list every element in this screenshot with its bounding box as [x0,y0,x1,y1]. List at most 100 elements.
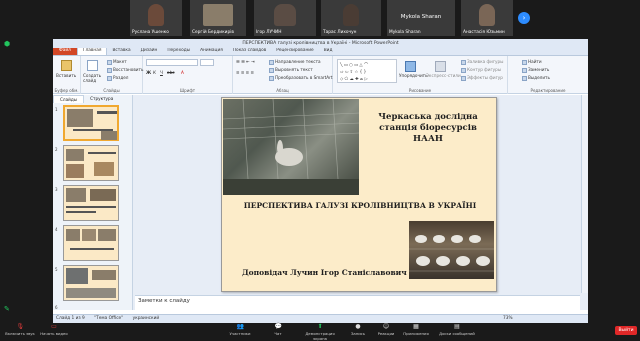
record-icon: ● [355,323,361,330]
video-off-icon: ▭ [51,323,57,330]
notes-pane[interactable]: Заметки к слайду [135,295,580,310]
create-slide-button[interactable]: Создать слайд [83,73,105,83]
whiteboard-button[interactable]: ▤ Доски сообщений [432,324,482,337]
clipboard-group: Вставить Буфер обм. [53,56,81,94]
tab-transitions[interactable]: Переходы [162,47,195,55]
thumbnail-text [66,206,116,208]
new-slide-icon [87,60,98,71]
chat-icon: 💬 [274,323,282,330]
tab-insert[interactable]: Вставка [107,47,135,55]
bullets-button[interactable]: ☰ ☰ ⇤ ⇥ [236,59,255,64]
editing-group: Найти Заменить Выделить Редактирование [508,56,588,94]
apps-icon: ▦ [413,323,419,330]
slide-subtitle: ПЕРСПЕКТИВА ГАЛУЗІ КРОЛІВНИЦТВА В УКРАЇН… [243,201,477,210]
tab-review[interactable]: Рецензирование [271,47,318,55]
select-button[interactable]: Выделить [522,75,550,81]
thumbnail-image [66,188,86,202]
annotate-pencil-icon[interactable]: ✎ [4,305,10,313]
section-button[interactable]: Раздел [107,75,128,81]
paste-button[interactable]: Вставить [56,73,76,78]
slide-thumbnail[interactable] [63,105,119,141]
ribbon: Вставить Буфер обм. Создать слайд Макет … [53,56,588,94]
next-page-arrow-icon[interactable]: › [518,12,530,24]
shield-icon[interactable]: ⬢ [4,40,10,48]
shapes-gallery[interactable]: ╲ ▭ ○ ▭ △ ⌒ ⇨ ⇦ ⇧ ☆ { } ◇ ⬠ ☁ ✚ ⌓ ▷ [337,59,397,83]
participant-tile[interactable]: Тарас Лихочун [321,0,381,36]
font-group: Ж К Ч abc A Шрифт [143,56,233,94]
participant-video [343,4,359,26]
layout-button[interactable]: Макет [107,59,127,65]
rabbits-row-photo [409,221,494,279]
find-button[interactable]: Найти [522,59,542,65]
shape-outline-button[interactable]: Контур фигуры [461,67,501,73]
group-label: Шрифт [179,88,196,93]
tab-design[interactable]: Дизайн [136,47,163,55]
underline-button[interactable]: Ч [160,70,163,75]
slide-thumbnail[interactable] [63,225,119,261]
chat-button[interactable]: 💬 Чат [258,323,298,337]
replace-button[interactable]: Заменить [522,67,549,73]
text-direction-icon [269,59,274,65]
tab-slides[interactable]: Слайды [53,95,85,103]
font-name-select[interactable] [146,59,198,66]
align-buttons[interactable]: ≡ ≡ ≡ ≡ [236,70,254,75]
tab-slideshow[interactable]: Показ слайдов [228,47,271,55]
tab-outline[interactable]: Структура [84,95,119,103]
group-label: Буфер обм. [54,88,79,93]
shape-effects-button[interactable]: Эффекты фигур [461,75,503,81]
font-size-select[interactable] [200,59,214,66]
slides-panel: Слайды Структура 1 2 3 4 5 6 [53,95,133,310]
restore-button[interactable]: Восстановить [107,67,143,73]
theme-name: "Тема Office" [94,316,124,321]
share-screen-icon: ⬆ [317,323,323,330]
font-color-button[interactable]: A [181,70,184,75]
ribbon-tabs: Файл Главная Вставка Дизайн Переходы Ани… [53,46,588,56]
thumbnail-image [101,131,117,140]
zoom-level[interactable]: 73% [503,315,513,323]
text-direction-button[interactable]: Направление текста [269,59,321,65]
align-text-button[interactable]: Выровнять текст [269,67,313,73]
quick-styles-button[interactable]: Экспресс-стили [426,73,461,78]
apps-button[interactable]: ▦ Приложения [396,323,436,337]
tab-animation[interactable]: Анимация [195,47,228,55]
thumbnail-image [66,288,116,298]
arrange-button[interactable]: Упорядочить [399,73,428,78]
participant-video [479,4,495,26]
powerpoint-window: ПЕРСПЕКТИВА галузі кролівництва в Україн… [53,39,588,323]
select-icon [522,75,527,81]
start-video-button[interactable]: ▭ Начать видео [34,323,74,337]
shape-fill-button[interactable]: Заливка фигуры [461,59,504,65]
smartart-icon [269,75,274,81]
italic-button[interactable]: К [153,70,156,75]
current-slide[interactable]: Черкаська дослідна станція біоресурсів Н… [221,97,497,292]
slide-number: 3 [55,187,58,192]
participant-name: Ігор ЛУЧИН [256,30,282,35]
slide-thumbnail[interactable] [63,265,119,301]
slide-thumbnail[interactable] [63,145,119,181]
participant-tile[interactable]: Mykola Sharan Mykola Sharan [387,0,455,36]
bold-button[interactable]: Ж [146,70,151,75]
leave-button[interactable]: Выйти [615,326,637,335]
participant-tile[interactable]: Сергій Бердикирів [190,0,246,36]
participant-name: Руслана Ушенко [132,30,169,35]
group-label: Слайды [103,88,120,93]
tab-file[interactable]: Файл [53,47,77,55]
participants-button[interactable]: 👥 Участники [220,324,260,337]
workspace: Слайды Структура 1 2 3 4 5 6 Черкаська д… [53,95,588,310]
participant-tile[interactable]: Анастасія Юзьмин [461,0,513,36]
slide-number: 5 [55,267,58,272]
smartart-button[interactable]: Преобразовать в SmartArt [269,75,333,81]
vertical-scrollbar[interactable] [581,95,588,293]
tab-view[interactable]: Вид [319,47,338,55]
participant-video [274,4,296,26]
paste-icon [61,60,72,71]
participant-tile[interactable]: Руслана Ушенко [130,0,182,36]
shapes-icon: ╲ ▭ ○ ▭ △ ⌒ [340,62,369,67]
strikethrough-button[interactable]: abc [167,70,175,75]
language[interactable]: украинский [133,316,160,321]
window-titlebar: ПЕРСПЕКТИВА галузі кролівництва в Україн… [53,39,588,48]
paragraph-group: ☰ ☰ ⇤ ⇥ ≡ ≡ ≡ ≡ Направление текста Выров… [233,56,333,94]
participant-tile[interactable]: Ігор ЛУЧИН [254,0,316,36]
share-screen-button[interactable]: ⬆ Демонстрация экрана [298,324,342,341]
slide-thumbnail[interactable] [63,185,119,221]
